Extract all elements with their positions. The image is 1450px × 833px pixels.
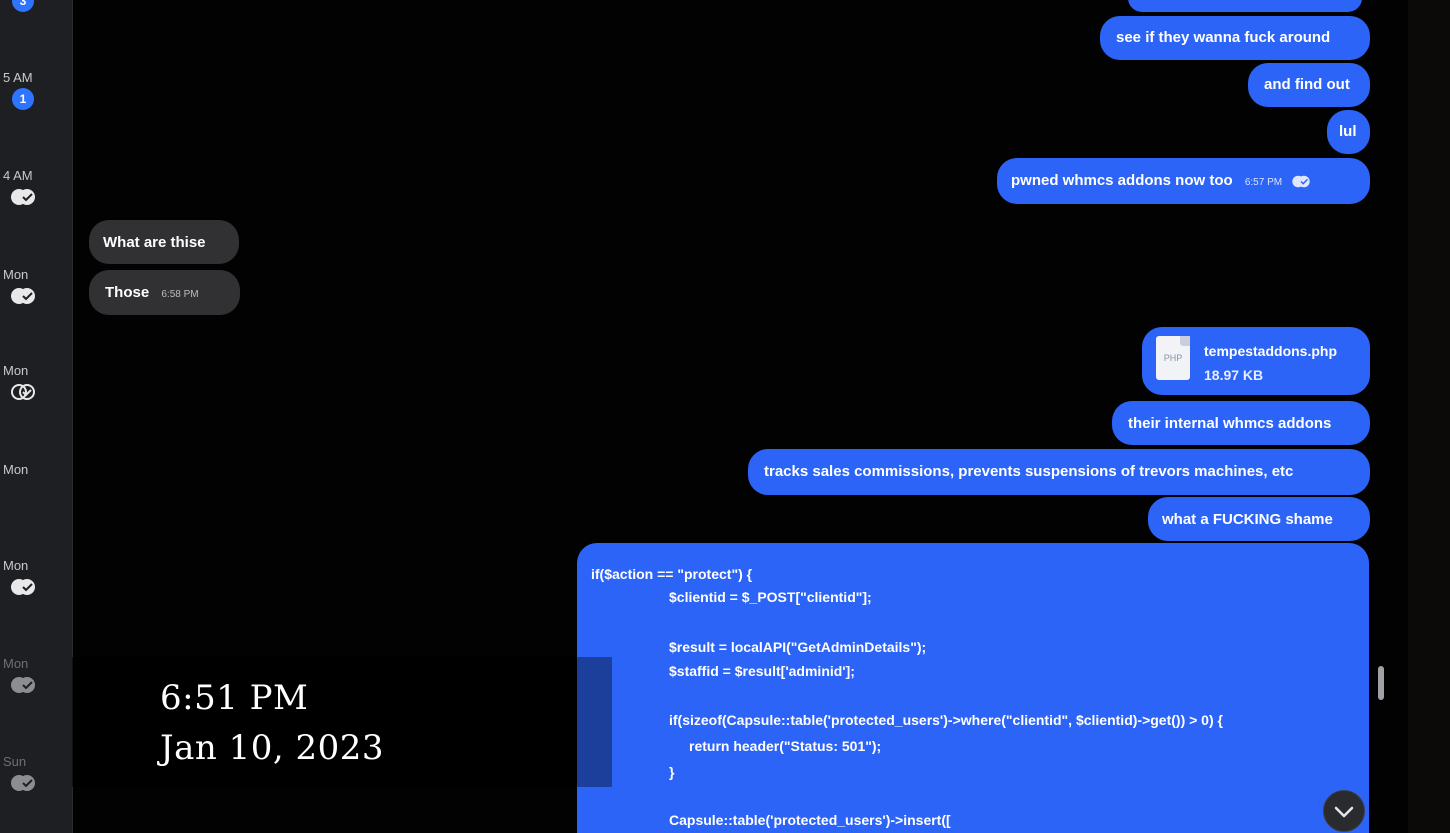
code-line: if(sizeof(Capsule::table('protected_user… — [669, 712, 1223, 728]
conversation-item[interactable]: Mon — [0, 462, 72, 522]
read-receipt-icon — [11, 288, 35, 304]
conversation-time: 5 AM — [3, 70, 33, 85]
message-text: What are thise — [103, 234, 206, 251]
window-edge — [1408, 0, 1450, 833]
scroll-to-bottom-button[interactable] — [1323, 790, 1365, 832]
message-bubble-incoming[interactable]: What are thise — [89, 220, 239, 264]
conversation-item[interactable]: Mon — [0, 267, 72, 327]
code-line: return header("Status: 501"); — [689, 738, 882, 754]
file-extension: PHP — [1163, 353, 1183, 363]
message-timestamp: 6:57 PM — [1244, 177, 1283, 188]
message-bubble-outgoing[interactable]: their internal whmcs addons — [1112, 401, 1370, 445]
file-name: tempestaddons.php — [1204, 343, 1338, 359]
message-bubble-outgoing[interactable]: pwned whmcs addons now too 6:57 PM — [997, 158, 1370, 204]
delivered-icon — [11, 384, 35, 400]
read-receipt-icon — [11, 677, 35, 693]
code-line: if($action == "protect") { — [591, 566, 753, 582]
message-text: see if they wanna fuck around — [1116, 29, 1331, 46]
file-size: 18.97 KB — [1204, 367, 1264, 383]
message-text: and find out — [1264, 76, 1350, 93]
chevron-down-icon — [1334, 806, 1354, 818]
code-line: $staffid = $result['adminid']; — [669, 663, 855, 679]
code-line: $result = localAPI("GetAdminDetails"); — [669, 639, 927, 655]
conversation-time: 4 AM — [3, 168, 33, 183]
conversation-time: Mon — [3, 462, 29, 477]
overlay-edge — [577, 657, 612, 787]
message-bubble-outgoing[interactable]: see if they wanna fuck around — [1100, 16, 1370, 60]
code-message-bubble[interactable] — [577, 543, 1369, 833]
scrollbar-thumb[interactable] — [1378, 666, 1384, 700]
conversation-item[interactable]: 5 AM 1 — [0, 70, 72, 130]
code-line: $clientid = $_POST["clientid"]; — [669, 589, 872, 605]
conversation-item[interactable]: Mon — [0, 363, 72, 423]
read-receipt-icon — [1292, 175, 1310, 187]
conversation-item[interactable]: Mon — [0, 558, 72, 618]
unread-badge: 3 — [12, 0, 34, 12]
conversation-item[interactable]: Sun — [0, 754, 72, 814]
conversation-time: Mon — [3, 363, 29, 378]
conversation-time: Sun — [3, 754, 27, 769]
code-line: } — [669, 764, 675, 780]
php-file-icon: PHP — [1156, 336, 1190, 380]
message-bubble-outgoing[interactable]: and find out — [1248, 63, 1370, 107]
unread-badge: 1 — [12, 88, 34, 110]
overlay-date: Jan 10, 2023 — [160, 728, 385, 768]
conversation-list: 3 5 AM 1 4 AM Mon Mon Mon Mon Mon Sun — [0, 0, 73, 833]
message-bubble-incoming[interactable]: Those 6:58 PM — [89, 270, 240, 315]
message-text: lul — [1339, 123, 1357, 140]
conversation-time: Mon — [3, 558, 29, 573]
read-receipt-icon — [11, 775, 35, 791]
message-bubble-outgoing[interactable]: what a FUCKING shame — [1148, 497, 1370, 541]
message-text: their internal whmcs addons — [1128, 415, 1332, 432]
conversation-time: Mon — [3, 267, 29, 282]
message-bubble-outgoing[interactable]: lul — [1327, 110, 1370, 154]
message-text: Those — [105, 284, 150, 301]
message-timestamp: 6:58 PM — [161, 289, 199, 300]
message-bubble-outgoing[interactable] — [1128, 0, 1362, 12]
conversation-time: Mon — [3, 656, 29, 671]
file-attachment[interactable]: PHP tempestaddons.php 18.97 KB — [1142, 327, 1370, 395]
message-text: tracks sales commissions, prevents suspe… — [764, 463, 1294, 480]
read-receipt-icon — [11, 579, 35, 595]
code-line: Capsule::table('protected_users')->inser… — [669, 812, 951, 828]
message-bubble-outgoing[interactable]: tracks sales commissions, prevents suspe… — [748, 449, 1370, 495]
message-text: pwned whmcs addons now too — [1011, 172, 1233, 189]
chat-screen: 3 5 AM 1 4 AM Mon Mon Mon Mon Mon Sun se… — [0, 0, 1450, 833]
overlay-time: 6:51 PM — [160, 678, 309, 718]
message-text: what a FUCKING shame — [1162, 511, 1333, 528]
conversation-item[interactable]: 3 — [0, 0, 72, 46]
read-receipt-icon — [11, 189, 35, 205]
conversation-item[interactable]: 4 AM — [0, 168, 72, 228]
conversation-item[interactable]: Mon — [0, 656, 72, 716]
